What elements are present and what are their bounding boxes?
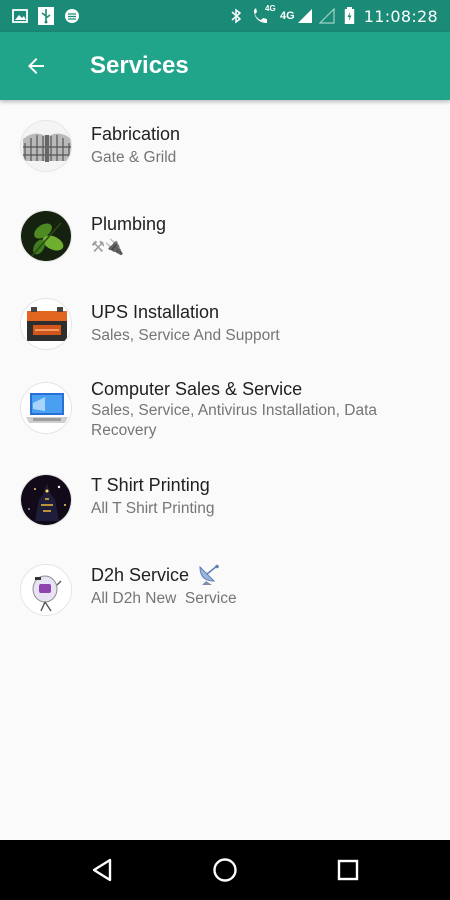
satellite-antenna-icon: [199, 564, 219, 585]
service-item-fabrication[interactable]: Fabrication Gate & Grild: [0, 100, 450, 190]
service-subtitle: Sales, Service And Support: [91, 327, 280, 344]
service-title: T Shirt Printing: [91, 475, 210, 495]
nav-back-button[interactable]: [72, 840, 132, 900]
service-title: Computer Sales & Service: [91, 379, 303, 399]
service-item-d2h-service[interactable]: D2h Service All D2h New Service: [0, 550, 450, 640]
service-subtitle: Gate & Grild: [91, 149, 177, 166]
page-title: Services: [90, 52, 189, 79]
record-icon: [64, 8, 80, 24]
nav-recents-button[interactable]: [318, 840, 378, 900]
network-label: 4G: [280, 10, 295, 22]
image-icon: [12, 9, 28, 23]
service-title: UPS Installation: [91, 302, 220, 322]
service-item-computer-sales-service[interactable]: Computer Sales & Service Sales, Service,…: [0, 370, 450, 460]
fabrication-gate-image: [20, 120, 72, 172]
d2h-dish-image: [20, 564, 72, 616]
service-item-plumbing[interactable]: Plumbing ⚒🔌: [0, 190, 450, 280]
service-subtitle: ⚒🔌: [91, 239, 125, 256]
usb-icon: [38, 7, 54, 25]
service-subtitle: All T Shirt Printing: [91, 500, 215, 517]
ups-battery-image: [20, 298, 72, 350]
recents-square-icon: [338, 859, 359, 881]
services-list: Fabrication Gate & Grild Plumbing ⚒🔌 UPS…: [0, 100, 450, 640]
status-clock: 11:08:28: [363, 6, 438, 26]
computer-laptop-image: [20, 382, 72, 434]
system-navigation-bar: [0, 840, 450, 900]
service-item-ups-installation[interactable]: UPS Installation Sales, Service And Supp…: [0, 280, 450, 370]
bluetooth-icon: [230, 8, 242, 24]
arrow-back-icon: [28, 58, 44, 74]
plumbing-leaf-image: [20, 210, 72, 262]
signal-icon: 4G: [280, 8, 335, 24]
back-button[interactable]: [0, 32, 72, 100]
service-subtitle: All D2h New Service: [91, 590, 237, 607]
service-subtitle: Sales, Service, Antivirus Installation, …: [91, 402, 378, 439]
back-triangle-icon: [92, 858, 111, 882]
home-circle-icon: [213, 858, 237, 882]
service-item-tshirt-printing[interactable]: T Shirt Printing All T Shirt Printing: [0, 460, 450, 550]
battery-icon: [344, 7, 355, 25]
service-title-row: D2h Service: [91, 564, 430, 586]
status-bar: 4G 4G 11:08:28: [0, 0, 450, 32]
service-title: D2h Service: [91, 565, 190, 585]
volte-label: 4G: [265, 4, 276, 13]
service-title: Plumbing: [91, 214, 167, 234]
tshirt-print-image: [20, 474, 72, 526]
nav-home-button[interactable]: [195, 840, 255, 900]
app-bar: Services: [0, 32, 450, 100]
wifi-calling-icon: 4G: [251, 4, 276, 25]
service-title: Fabrication: [91, 124, 181, 144]
